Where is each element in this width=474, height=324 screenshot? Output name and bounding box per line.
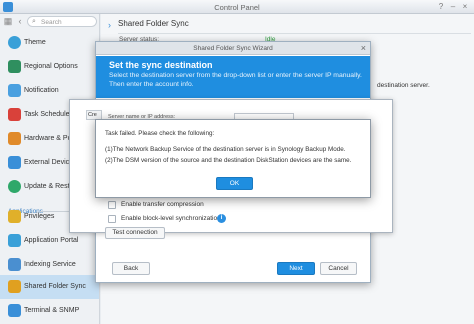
block-level-sync-label: Enable block-level synchronization xyxy=(121,215,221,222)
wizard-title: Shared Folder Sync Wizard xyxy=(193,45,273,52)
close-icon[interactable]: × xyxy=(460,2,470,12)
back-button[interactable]: Back xyxy=(112,262,150,275)
sidebar-item-label: Regional Options xyxy=(24,63,78,70)
help-icon[interactable]: ? xyxy=(436,2,446,12)
transfer-compression-label: Enable transfer compression xyxy=(121,201,204,208)
sidebar-item-label: Task Scheduler xyxy=(24,111,72,118)
minimize-icon[interactable]: – xyxy=(448,2,458,12)
hardware-power-icon xyxy=(8,132,21,145)
indexing-service-icon xyxy=(8,258,21,271)
external-device-icon xyxy=(8,156,21,169)
wizard-banner-description: Select the destination server from the d… xyxy=(109,72,362,88)
wizard-close-icon[interactable]: × xyxy=(361,43,366,53)
block-level-sync-row[interactable]: Enable block-level synchronization i xyxy=(108,214,308,224)
notification-icon xyxy=(8,84,21,97)
search-placeholder: Search xyxy=(41,18,62,26)
sidebar-item-label: External Device xyxy=(24,159,74,166)
sidebar-item-label: Application Portal xyxy=(24,237,79,244)
wizard-banner: Set the sync destination Select the dest… xyxy=(96,56,370,98)
shared-folder-sync-icon xyxy=(8,280,21,293)
sidebar-item-label: Update & Resto xyxy=(24,183,74,190)
regional-options-icon xyxy=(8,60,21,73)
error-dialog: Task failed. Please check the following:… xyxy=(95,119,371,198)
transfer-compression-row[interactable]: Enable transfer compression xyxy=(108,200,308,210)
terminal-snmp-icon xyxy=(8,304,21,317)
sidebar-item-theme[interactable]: Theme xyxy=(0,31,99,55)
window-title: Control Panel xyxy=(214,3,260,12)
grid-view-icon[interactable]: ▦ xyxy=(3,16,13,26)
sidebar-item-regional-options[interactable]: Regional Options xyxy=(0,55,99,79)
cancel-button[interactable]: Cancel xyxy=(320,262,357,275)
info-icon[interactable]: i xyxy=(217,214,226,223)
wizard-title-bar: Shared Folder Sync Wizard × xyxy=(96,42,370,55)
task-scheduler-icon xyxy=(8,108,21,121)
wizard-banner-title: Set the sync destination xyxy=(109,60,213,70)
error-reason-1: (1)The Network Backup Service of the des… xyxy=(105,146,346,153)
sidebar-item-label: Indexing Service xyxy=(24,261,76,268)
sidebar-item-label: Theme xyxy=(24,39,46,46)
sidebar-item-shared-folder-sync[interactable]: Shared Folder Sync xyxy=(0,275,99,299)
error-message-title: Task failed. Please check the following: xyxy=(105,130,215,137)
page-title: Shared Folder Sync xyxy=(118,19,189,28)
application-portal-icon xyxy=(8,234,21,247)
update-restore-icon xyxy=(8,180,21,193)
block-level-sync-checkbox[interactable] xyxy=(108,215,116,223)
next-button[interactable]: Next xyxy=(277,262,315,275)
theme-icon xyxy=(8,36,21,49)
sidebar-item-terminal-snmp[interactable]: Terminal & SNMP xyxy=(0,299,99,323)
privileges-icon xyxy=(8,210,21,223)
search-input[interactable]: ⌕ Search xyxy=(27,16,97,27)
transfer-compression-checkbox[interactable] xyxy=(108,201,116,209)
sidebar-item-indexing-service[interactable]: Indexing Service xyxy=(0,253,99,277)
test-connection-button[interactable]: Test connection xyxy=(105,227,165,239)
chevron-right-icon: › xyxy=(108,20,111,30)
sidebar-item-label: Shared Folder Sync xyxy=(24,283,86,290)
title-bar: Control Panel ? – × xyxy=(0,0,474,14)
back-arrow-icon[interactable]: ‹ xyxy=(15,16,25,26)
error-reason-2: (2)The DSM version of the source and the… xyxy=(105,157,352,164)
ok-button[interactable]: OK xyxy=(216,177,253,190)
heading-divider xyxy=(118,33,471,34)
sidebar-item-label: Notification xyxy=(24,87,59,94)
destination-note: destination server. xyxy=(377,82,430,89)
sidebar-item-label: Terminal & SNMP xyxy=(24,307,80,314)
sidebar-item-label: Privileges xyxy=(24,213,55,220)
search-icon: ⌕ xyxy=(32,18,36,25)
